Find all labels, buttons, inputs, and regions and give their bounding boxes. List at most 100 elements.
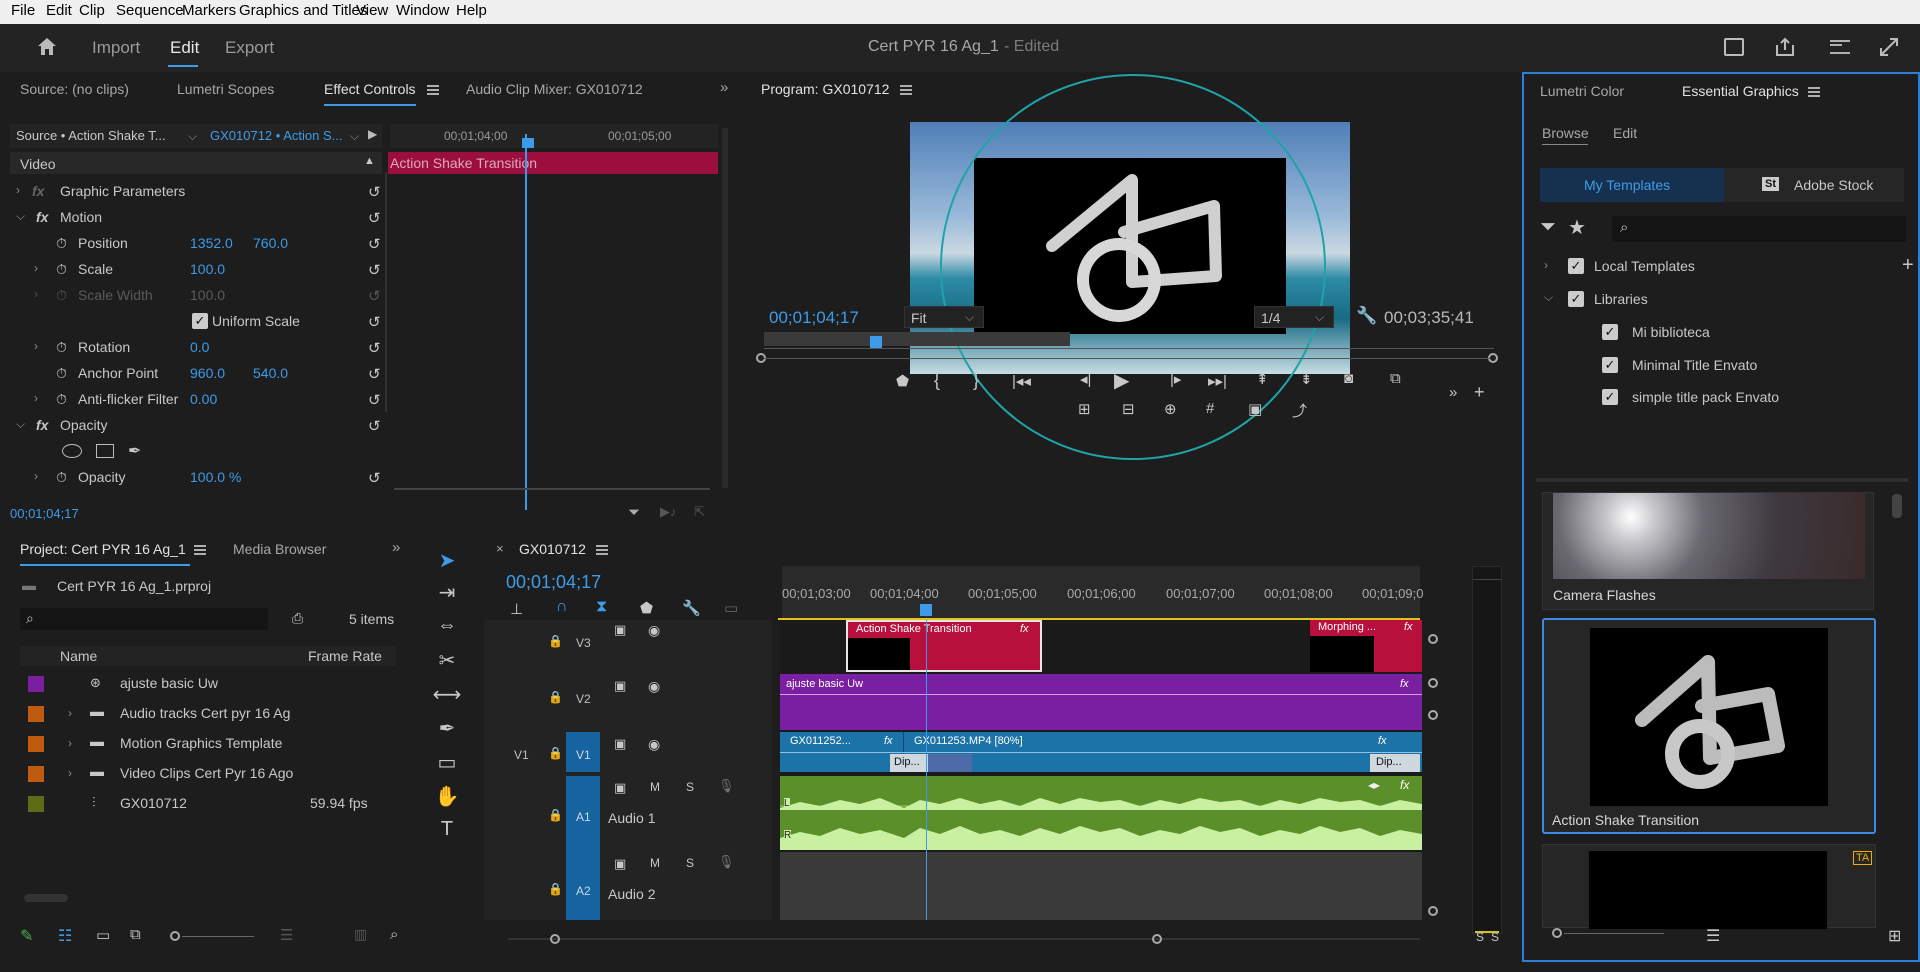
property-opacity-group[interactable]: ⌵ fx Opacity ↺ (10, 412, 390, 438)
track-v1-target[interactable]: V1 (566, 732, 600, 772)
menu-edit[interactable]: Edit (46, 2, 72, 19)
zoom-slider-handle[interactable] (170, 931, 180, 941)
scrollbar[interactable] (722, 128, 728, 488)
automate-icon[interactable]: ▥ (354, 926, 367, 943)
tree-local-templates[interactable]: Local Templates (1594, 258, 1695, 274)
zoom-bar[interactable] (764, 358, 1490, 359)
reset-icon[interactable]: ↺ (368, 261, 381, 279)
reset-icon[interactable]: ↺ (368, 365, 381, 383)
overwrite-icon[interactable]: ⊟ (1122, 400, 1135, 418)
property-graphic-parameters[interactable]: › fx Graphic Parameters ↺ (10, 178, 390, 204)
list-item[interactable]: ⫶ GX010712 59.94 fps (20, 788, 396, 818)
project-search-input[interactable]: ⌕ (20, 608, 268, 630)
zoom-slider[interactable] (182, 936, 254, 937)
reset-icon[interactable]: ↺ (368, 209, 381, 227)
position-y-value[interactable]: 760.0 (253, 235, 288, 251)
mark-in-icon[interactable]: { (934, 370, 940, 391)
wrench-icon[interactable]: 🔧 (1356, 306, 1377, 326)
menu-graphics-titles[interactable]: Graphics and Titles (239, 2, 367, 19)
reset-icon[interactable]: ↺ (368, 183, 381, 201)
list-item[interactable]: › ▬ Audio tracks Cert pyr 16 Ag (20, 698, 396, 728)
add-marker-icon[interactable]: ⬟ (640, 599, 653, 617)
track-output-icon[interactable]: ▣ (614, 856, 626, 872)
tab-lumetri-scopes[interactable]: Lumetri Scopes (177, 81, 274, 97)
playhead-handle[interactable] (870, 336, 882, 348)
tree-mi-biblioteca[interactable]: Mi biblioteca (1632, 324, 1710, 340)
zoom-slider[interactable] (1564, 933, 1664, 934)
checkbox[interactable]: ✓ (1568, 258, 1584, 274)
solo-right-button[interactable]: S (1491, 930, 1499, 944)
timeline-ruler[interactable]: 00;01;03;00 00;01;04;00 00;01;05;00 00;0… (782, 566, 1423, 618)
scrub-bar[interactable] (764, 348, 1494, 349)
scale-value[interactable]: 100.0 (190, 261, 225, 277)
menu-help[interactable]: Help (456, 2, 487, 19)
expand-panels-icon[interactable]: » (392, 539, 400, 556)
stopwatch-icon[interactable]: ⏱ (56, 339, 67, 356)
template-camera-flashes[interactable]: Camera Flashes (1542, 492, 1874, 610)
sort-icon[interactable]: ☰ (280, 926, 293, 944)
mark-out-icon[interactable]: } (973, 370, 979, 391)
opacity-value[interactable]: 100.0 % (190, 469, 241, 485)
track-output-icon[interactable]: ▣ (614, 678, 626, 694)
checkbox[interactable]: ✓ (1568, 291, 1584, 307)
reset-icon[interactable]: ↺ (368, 391, 381, 409)
tree-simple-title-pack[interactable]: simple title pack Envato (1632, 389, 1779, 405)
add-marker-icon[interactable]: ⬟ (896, 372, 909, 390)
lock-icon[interactable]: 🔒 (548, 690, 563, 704)
safe-margins-icon[interactable]: ⊕ (1164, 400, 1177, 418)
pen-tool-icon[interactable]: ✒ (430, 716, 464, 746)
tab-essential-graphics[interactable]: Essential Graphics (1682, 83, 1799, 99)
property-motion[interactable]: ⌵ fx Motion ↺ (10, 204, 390, 230)
comparison-view-icon[interactable]: ⧉ (1390, 370, 1401, 387)
share-icon[interactable] (1774, 36, 1796, 58)
panel-menu-icon[interactable] (194, 545, 206, 555)
panel-menu-icon[interactable] (596, 545, 608, 555)
find-icon[interactable]: ⎙ (292, 610, 303, 627)
uniform-scale-checkbox[interactable]: ✓ (192, 313, 208, 329)
anchor-x-value[interactable]: 960.0 (190, 365, 225, 381)
horizontal-scrollbar[interactable] (24, 894, 68, 902)
my-templates-button[interactable]: My Templates (1540, 168, 1724, 202)
expand-panels-icon[interactable]: » (720, 79, 728, 96)
export-frame-icon[interactable]: ◙ (1344, 370, 1353, 387)
quick-export-icon[interactable] (1724, 38, 1744, 56)
wrench-icon[interactable]: 🔧 (682, 599, 701, 617)
transition-dip-2[interactable]: Dip... (1370, 754, 1420, 772)
menu-window[interactable]: Window (396, 2, 449, 19)
stopwatch-icon[interactable]: ⏱ (56, 365, 67, 382)
home-icon[interactable] (36, 36, 58, 56)
program-timecode[interactable]: 00;01;04;17 (769, 308, 859, 328)
scroll-handle[interactable] (1428, 906, 1438, 916)
ec-timecode[interactable]: 00;01;04;17 (10, 506, 79, 521)
mic-icon[interactable]: 🎙 (718, 778, 735, 794)
extract-icon[interactable]: ⇟ (1300, 370, 1313, 388)
workspace-import[interactable]: Import (92, 38, 140, 58)
filter-icon[interactable]: ⏷ (1540, 216, 1556, 239)
solo-left-button[interactable]: S (1476, 930, 1484, 944)
collapse-up-icon[interactable]: ▲ (364, 155, 375, 167)
icon-view-icon[interactable]: ▭ (96, 926, 110, 944)
splitter[interactable] (1536, 478, 1908, 482)
filter-icon[interactable]: ⏷ (628, 504, 640, 521)
eye-icon[interactable]: ◉ (648, 622, 660, 639)
scrollbar[interactable] (1892, 494, 1902, 518)
go-to-out-icon[interactable]: ▸▸| (1208, 372, 1227, 390)
lock-icon[interactable]: 🔒 (548, 634, 563, 648)
mic-icon[interactable]: 🎙 (718, 854, 735, 870)
source-select[interactable]: Source • Action Shake T... (16, 128, 166, 143)
reset-icon[interactable]: ↺ (368, 469, 381, 487)
sequence-select[interactable]: GX010712 • Action S... (210, 128, 342, 143)
slip-tool-icon[interactable]: ⟷ (430, 682, 464, 712)
resolution-select[interactable]: 1/4 ⌵ (1254, 306, 1334, 328)
clip-audio-1[interactable]: ◂▸ fx L R (780, 776, 1422, 850)
insert-icon[interactable]: ⊞ (1078, 400, 1091, 418)
ripple-edit-icon[interactable]: ⇔ (430, 614, 464, 644)
eye-icon[interactable]: ◉ (648, 736, 660, 753)
add-button-icon[interactable]: + (1474, 382, 1485, 403)
reset-icon[interactable]: ↺ (368, 313, 381, 331)
add-icon[interactable]: + (1902, 254, 1914, 277)
panel-menu-icon[interactable] (900, 85, 912, 95)
workspace-export[interactable]: Export (225, 38, 274, 58)
timeline-tab[interactable]: GX010712 (519, 541, 586, 557)
scroll-handle[interactable] (1428, 710, 1438, 720)
